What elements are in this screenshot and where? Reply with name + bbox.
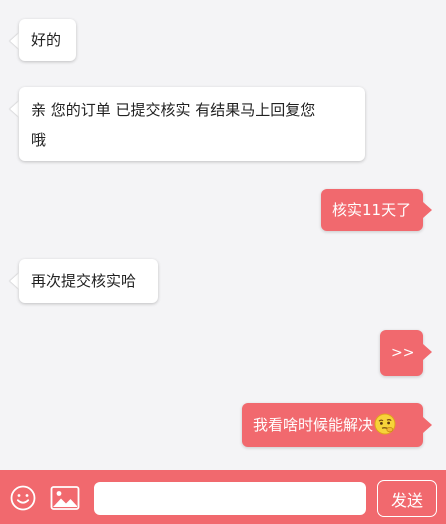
image-icon <box>50 486 80 510</box>
smiley-icon <box>10 485 36 511</box>
message-text-line: 亲 您的订单 已提交核实 有结果马上回复您 <box>31 101 316 119</box>
bubble-tail <box>10 33 19 49</box>
message-text: 核实11天了 <box>332 201 412 219</box>
message-input[interactable] <box>94 482 366 515</box>
message-bubble: 好的 <box>19 19 76 61</box>
message-bubble: 亲 您的订单 已提交核实 有结果马上回复您 哦 <box>19 87 365 161</box>
message-text: >> <box>391 345 415 361</box>
bubble-tail <box>10 273 19 289</box>
bubble-tail <box>423 344 432 360</box>
message-bubble: 核实11天了 <box>321 189 423 231</box>
message-text: 好的 <box>31 31 62 49</box>
bubble-tail <box>423 417 432 433</box>
message-text: 再次提交核实哈 <box>31 272 137 290</box>
send-button[interactable]: 发送 <box>377 480 437 517</box>
message-bubble: 我看啥时候能解决 <box>242 403 423 447</box>
message-bubble: 再次提交核实哈 <box>19 259 158 303</box>
emoji-button[interactable] <box>8 483 38 513</box>
thinking-face-icon <box>374 413 396 435</box>
input-bar: 发送 <box>0 470 446 524</box>
message-bubble: >> <box>380 330 423 376</box>
image-button[interactable] <box>49 483 81 513</box>
bubble-tail <box>10 101 19 117</box>
message-text-line: 哦 <box>31 131 47 149</box>
message-text: 我看啥时候能解决 <box>253 416 374 434</box>
bubble-tail <box>423 202 432 218</box>
